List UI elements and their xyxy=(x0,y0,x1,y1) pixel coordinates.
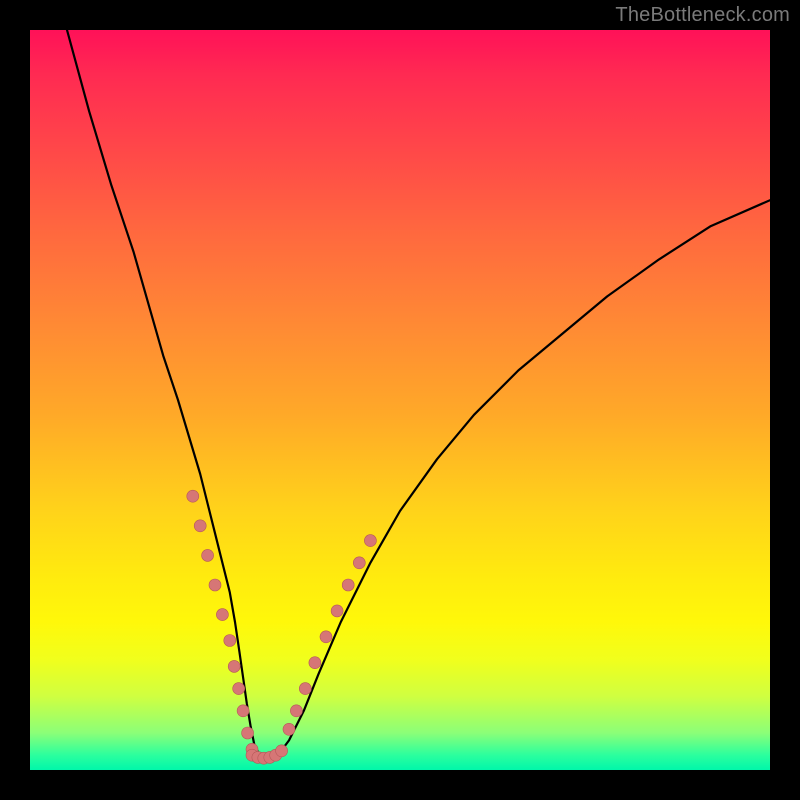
plot-area xyxy=(30,30,770,770)
data-marker xyxy=(202,549,214,561)
data-marker xyxy=(237,705,249,717)
watermark-text: TheBottleneck.com xyxy=(615,4,790,27)
data-marker xyxy=(331,605,343,617)
data-marker xyxy=(320,631,332,643)
data-marker xyxy=(309,657,321,669)
data-marker xyxy=(242,727,254,739)
data-marker xyxy=(216,609,228,621)
data-marker xyxy=(299,683,311,695)
data-marker xyxy=(276,745,288,757)
plot-svg xyxy=(30,30,770,770)
data-marker xyxy=(228,660,240,672)
data-marker xyxy=(187,490,199,502)
data-marker xyxy=(364,535,376,547)
data-marker xyxy=(342,579,354,591)
chart-frame: TheBottleneck.com xyxy=(0,0,800,800)
data-marker xyxy=(233,683,245,695)
data-marker xyxy=(290,705,302,717)
data-marker xyxy=(224,635,236,647)
data-marker xyxy=(353,557,365,569)
data-marker xyxy=(194,520,206,532)
data-marker xyxy=(209,579,221,591)
data-marker xyxy=(283,723,295,735)
bottleneck-curve xyxy=(67,30,770,759)
